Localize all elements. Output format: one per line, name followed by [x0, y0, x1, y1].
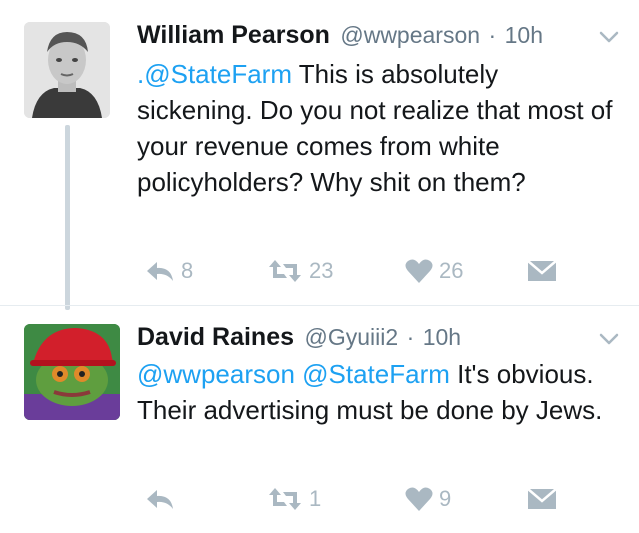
tweet[interactable]: William Pearson @wwpearson · 10h .@State…: [0, 0, 639, 310]
retweet-button[interactable]: 1: [267, 482, 321, 516]
display-name[interactable]: William Pearson: [137, 21, 330, 49]
envelope-icon: [527, 488, 557, 509]
retweet-count: 1: [309, 486, 322, 511]
envelope-icon: [527, 260, 557, 281]
reply-count: 8: [181, 258, 194, 283]
timestamp[interactable]: 10h: [423, 324, 461, 350]
separator-dot: ·: [406, 324, 415, 350]
retweet-count: 23: [309, 258, 334, 283]
direct-message-button[interactable]: [527, 482, 557, 516]
chevron-down-icon[interactable]: [598, 26, 620, 48]
reply-icon: [147, 262, 173, 281]
retweet-icon: [269, 260, 301, 282]
reply-button[interactable]: 8: [145, 254, 193, 288]
thread-connector-line: [65, 125, 70, 310]
tweet-text: .@StateFarm This is absolutely sickening…: [137, 56, 617, 200]
like-button[interactable]: 26: [405, 254, 463, 288]
display-name[interactable]: David Raines: [137, 323, 294, 351]
user-handle[interactable]: @Gyuiii2: [304, 324, 398, 350]
direct-message-button[interactable]: [527, 254, 557, 288]
like-button[interactable]: 9: [405, 482, 451, 516]
tweet-text: @wwpearson @StateFarm It's obvious. Thei…: [137, 356, 617, 428]
separator-dot: ·: [488, 22, 497, 48]
timestamp[interactable]: 10h: [505, 22, 543, 48]
heart-icon: [405, 487, 433, 511]
avatar[interactable]: [24, 324, 120, 420]
tweet-actions: 8 23 26: [137, 254, 617, 288]
avatar-photo: [24, 22, 110, 118]
retweet-button[interactable]: 23: [267, 254, 333, 288]
tweet-header: David Raines @Gyuiii2 · 10h: [137, 320, 461, 354]
retweet-icon: [269, 488, 301, 510]
like-count: 26: [439, 258, 464, 283]
avatar[interactable]: [24, 22, 110, 118]
tweet-actions: 1 9: [137, 482, 617, 516]
avatar-photo: [24, 324, 120, 420]
mention-link[interactable]: .@StateFarm: [137, 59, 292, 89]
reply-button[interactable]: [145, 482, 181, 516]
mention-link[interactable]: @wwpearson @StateFarm: [137, 359, 450, 389]
heart-icon: [405, 259, 433, 283]
reply-icon: [147, 490, 173, 509]
like-count: 9: [439, 486, 452, 511]
chevron-down-icon[interactable]: [598, 328, 620, 350]
user-handle[interactable]: @wwpearson: [340, 22, 480, 48]
tweet-header: William Pearson @wwpearson · 10h: [137, 18, 543, 52]
tweet[interactable]: David Raines @Gyuiii2 · 10h @wwpearson @…: [0, 305, 639, 533]
